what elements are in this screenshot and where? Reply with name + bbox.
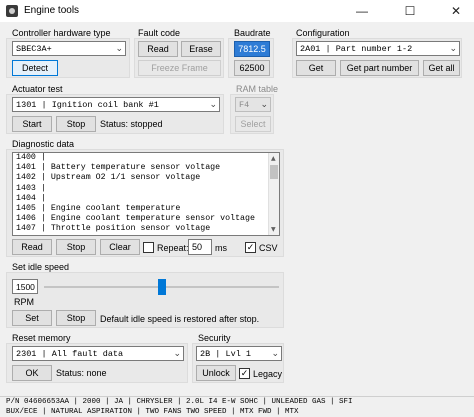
fault-code-group: Read Erase Freeze Frame — [134, 38, 224, 78]
window-title: Engine tools — [24, 5, 80, 16]
chevron-down-icon: ⌄ — [115, 43, 123, 54]
reset-memory-label: Reset memory — [12, 333, 71, 343]
reset-ok-button[interactable]: OK — [12, 365, 52, 381]
actuator-status: Status: stopped — [100, 119, 163, 129]
ram-select-button[interactable]: Select — [235, 116, 271, 132]
close-button[interactable]: ✕ — [440, 0, 472, 22]
configuration-select[interactable]: 2A01 | Part number 1-2 ⌄ — [296, 41, 460, 56]
diagnostic-line: 1402 | Upstream O2 1/1 sensor voltage — [16, 173, 201, 183]
idle-slider-thumb[interactable] — [157, 279, 166, 295]
scroll-down-icon[interactable]: ▼ — [271, 226, 276, 233]
ram-table-label: RAM table — [236, 84, 279, 94]
repeat-label: Repeat: — [157, 243, 189, 253]
csv-checkbox[interactable]: ✓ — [245, 242, 256, 253]
diagnostic-read-button[interactable]: Read — [12, 239, 52, 255]
footer-line-2: BUX/ECE | NATURAL ASPIRATION | TWO FANS … — [6, 407, 299, 416]
diagnostic-clear-button[interactable]: Clear — [100, 239, 140, 255]
idle-set-button[interactable]: Set — [12, 310, 52, 326]
fault-read-button[interactable]: Read — [138, 41, 178, 57]
idle-speed-group: 1500 RPM Set Stop Default idle speed is … — [6, 272, 284, 328]
fault-erase-button[interactable]: Erase — [181, 41, 221, 57]
security-label: Security — [198, 333, 231, 343]
controller-label: Controller hardware type — [12, 28, 111, 38]
baud-62500-button[interactable]: 62500 — [234, 60, 270, 76]
repeat-interval-input[interactable]: 50 — [188, 239, 212, 255]
diagnostic-stop-button[interactable]: Stop — [56, 239, 96, 255]
idle-speed-label: Set idle speed — [12, 262, 70, 272]
diagnostic-group: 1400 | 1401 | Battery temperature sensor … — [6, 149, 284, 257]
security-group: 2B | Lvl 1 ⌄ Unlock ✓ Legacy — [192, 343, 284, 383]
diagnostic-line: 1405 | Engine coolant temperature — [16, 203, 181, 213]
reset-status: Status: none — [56, 368, 107, 378]
actuator-label: Actuator test — [12, 84, 63, 94]
diagnostic-line: 1406 | Engine coolant temperature sensor… — [16, 214, 255, 224]
security-select[interactable]: 2B | Lvl 1 ⌄ — [196, 346, 282, 361]
scroll-up-icon[interactable]: ▲ — [271, 155, 276, 162]
chevron-down-icon: ⌄ — [449, 43, 457, 54]
chevron-down-icon: ⌄ — [209, 99, 217, 110]
diagnostic-line: 1407 | Throttle position sensor voltage — [16, 224, 211, 234]
diagnostic-label: Diagnostic data — [12, 139, 75, 149]
repeat-checkbox[interactable] — [143, 242, 154, 253]
detect-button[interactable]: Detect — [12, 60, 58, 76]
controller-group: SBEC3A+ ⌄ Detect — [6, 38, 130, 78]
repeat-unit-label: ms — [215, 243, 227, 253]
controller-select[interactable]: SBEC3A+ ⌄ — [12, 41, 126, 56]
idle-rpm-input[interactable]: 1500 — [12, 279, 38, 294]
unlock-button[interactable]: Unlock — [196, 365, 236, 381]
idle-note: Default idle speed is restored after sto… — [100, 314, 260, 324]
minimize-button[interactable]: — — [346, 0, 378, 22]
baudrate-group: 7812.5 62500 — [228, 38, 274, 78]
idle-stop-button[interactable]: Stop — [56, 310, 96, 326]
get-part-number-button[interactable]: Get part number — [340, 60, 419, 76]
app-icon — [6, 5, 18, 17]
get-all-button[interactable]: Get all — [423, 60, 460, 76]
reset-memory-select[interactable]: 2301 | All fault data ⌄ — [12, 346, 184, 361]
chevron-down-icon: ⌄ — [271, 348, 279, 359]
actuator-select[interactable]: 1301 | Ignition coil bank #1 ⌄ — [12, 97, 220, 112]
diagnostic-line: 1401 | Battery temperature sensor voltag… — [16, 163, 221, 173]
title-bar: Engine tools — ☐ ✕ — [0, 0, 474, 22]
actuator-group: 1301 | Ignition coil bank #1 ⌄ Start Stop… — [6, 94, 224, 134]
csv-label: CSV — [259, 243, 278, 253]
fault-code-label: Fault code — [138, 28, 181, 38]
reset-memory-group: 2301 | All fault data ⌄ OK Status: none — [6, 343, 188, 383]
actuator-start-button[interactable]: Start — [12, 116, 52, 132]
chevron-down-icon: ⌄ — [173, 348, 181, 359]
diagnostic-textbox[interactable]: 1400 | 1401 | Battery temperature sensor … — [12, 152, 280, 236]
diagnostic-line: 1400 | — [16, 153, 46, 162]
maximize-button[interactable]: ☐ — [394, 0, 426, 22]
freeze-frame-button[interactable]: Freeze Frame — [138, 60, 221, 76]
footer-line-1: P/N 04606653AA | 2000 | JA | CHRYSLER | … — [6, 398, 353, 406]
chevron-down-icon: ⌄ — [260, 99, 268, 110]
rpm-label: RPM — [14, 297, 34, 307]
configuration-group: 2A01 | Part number 1-2 ⌄ Get Get part num… — [292, 38, 462, 78]
diagnostic-line: 1403 | — [16, 183, 46, 193]
baud-7812-button[interactable]: 7812.5 — [234, 41, 270, 57]
vehicle-info-footer: P/N 04606653AA | 2000 | JA | CHRYSLER | … — [0, 396, 474, 417]
scrollbar-thumb[interactable] — [270, 165, 278, 179]
legacy-label: Legacy — [253, 369, 283, 379]
actuator-stop-button[interactable]: Stop — [56, 116, 96, 132]
ram-table-select[interactable]: F4 ⌄ — [235, 97, 271, 112]
baudrate-label: Baudrate — [234, 28, 271, 38]
config-get-button[interactable]: Get — [296, 60, 336, 76]
ram-table-group: F4 ⌄ Select — [230, 94, 274, 134]
diagnostic-scrollbar[interactable]: ▲ ▼ — [268, 153, 279, 235]
legacy-checkbox[interactable]: ✓ — [239, 368, 250, 379]
configuration-label: Configuration — [296, 28, 350, 38]
diagnostic-line: 1404 | — [16, 193, 46, 203]
